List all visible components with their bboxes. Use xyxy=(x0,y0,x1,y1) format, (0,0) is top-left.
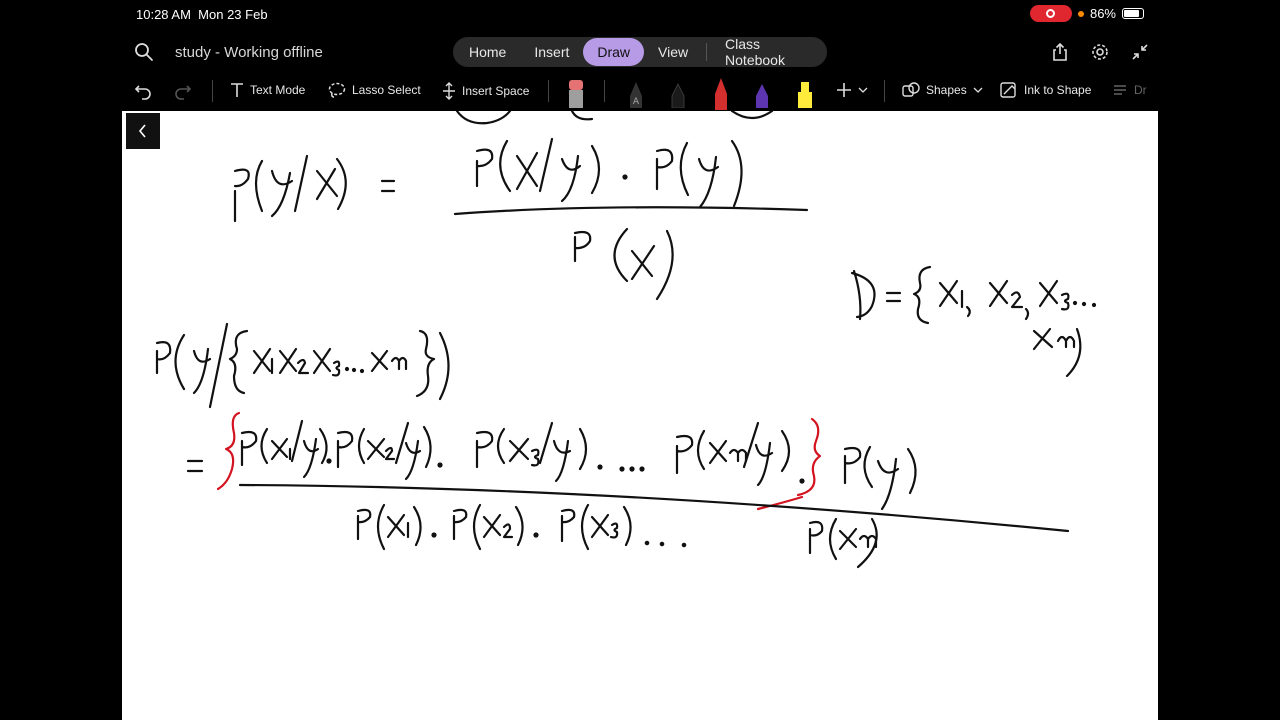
gear-icon[interactable] xyxy=(1090,42,1110,62)
battery-percent: 86% xyxy=(1089,6,1116,21)
share-icon[interactable] xyxy=(1050,42,1070,62)
ink-numerator-1 xyxy=(475,137,743,209)
ink-to-math-label: Dr xyxy=(1134,83,1147,97)
draw-toolbar: Text Mode Lasso Select Insert Space A Sh… xyxy=(0,74,1280,110)
battery-icon xyxy=(1122,8,1144,19)
undo-icon[interactable] xyxy=(134,82,152,100)
ink-to-shape-label: Ink to Shape xyxy=(1024,83,1092,97)
shapes-label: Shapes xyxy=(926,83,967,97)
text-mode-button[interactable]: Text Mode xyxy=(230,82,305,98)
ink-dataset-d xyxy=(850,265,1097,378)
ribbon-tabs: Home Insert Draw View Class Notebook xyxy=(453,36,827,68)
ink-math-icon xyxy=(1114,85,1126,95)
shapes-icon xyxy=(902,82,920,97)
pen-dark-icon[interactable] xyxy=(668,76,688,108)
handwritten-ink xyxy=(155,111,1097,569)
chevron-down-icon xyxy=(858,87,868,93)
divider xyxy=(604,80,605,102)
document-title: study - Working offline xyxy=(175,44,323,61)
lasso-select-label: Lasso Select xyxy=(352,83,421,97)
text-icon xyxy=(231,83,243,97)
divider xyxy=(548,80,549,102)
ink-p-y-given-x xyxy=(233,154,347,223)
search-icon[interactable] xyxy=(134,42,154,62)
shapes-button[interactable]: Shapes xyxy=(902,82,983,98)
status-right: 86% xyxy=(1029,5,1144,22)
eraser-icon[interactable] xyxy=(566,76,586,108)
status-bar: 10:28 AM Mon 23 Feb 86% xyxy=(0,0,1280,28)
divider xyxy=(884,80,885,102)
back-button[interactable] xyxy=(126,113,160,149)
date: Mon 23 Feb xyxy=(198,7,268,22)
clock: 10:28 AM xyxy=(136,7,191,22)
collapse-icon[interactable] xyxy=(1130,42,1150,62)
class-notebook-button[interactable]: Class Notebook xyxy=(711,30,827,74)
plus-icon xyxy=(837,83,851,97)
pen-purple-icon[interactable] xyxy=(752,76,772,108)
pen-black-icon[interactable]: A xyxy=(626,76,646,108)
ink-to-shape-icon xyxy=(1000,82,1016,98)
text-mode-label: Text Mode xyxy=(250,83,306,97)
tab-view[interactable]: View xyxy=(644,38,702,66)
tab-home[interactable]: Home xyxy=(455,38,520,66)
insert-space-button[interactable]: Insert Space xyxy=(442,82,529,100)
chevron-left-icon xyxy=(138,124,146,138)
ink-denominator-1 xyxy=(573,227,674,301)
status-time: 10:28 AM Mon 23 Feb xyxy=(136,7,268,22)
chevron-down-icon xyxy=(973,87,983,93)
svg-text:A: A xyxy=(633,97,640,107)
ink-denominator-2 xyxy=(356,503,878,569)
ink-to-shape-button[interactable]: Ink to Shape xyxy=(1000,82,1091,98)
tab-draw[interactable]: Draw xyxy=(583,38,645,66)
tab-insert[interactable]: Insert xyxy=(520,38,583,66)
lasso-icon xyxy=(328,82,346,98)
title-icons xyxy=(1050,42,1150,62)
screen-recording-icon[interactable] xyxy=(1029,5,1072,22)
insert-space-icon xyxy=(443,82,455,100)
ink-to-math-button[interactable]: Dr xyxy=(1112,82,1147,98)
ink-p-y-given-dataset xyxy=(155,322,450,409)
insert-space-label: Insert Space xyxy=(462,84,530,98)
mic-indicator-icon xyxy=(1077,10,1084,17)
redo-icon[interactable] xyxy=(174,82,192,100)
tab-divider xyxy=(706,43,708,61)
divider xyxy=(212,80,213,102)
add-pen-button[interactable] xyxy=(836,82,868,98)
pen-red-icon[interactable] xyxy=(710,76,732,110)
note-canvas[interactable] xyxy=(122,111,1158,720)
highlighter-yellow-icon[interactable] xyxy=(794,76,816,108)
lasso-select-button[interactable]: Lasso Select xyxy=(328,82,421,98)
title-bar: study - Working offline Home Insert Draw… xyxy=(0,34,1280,72)
